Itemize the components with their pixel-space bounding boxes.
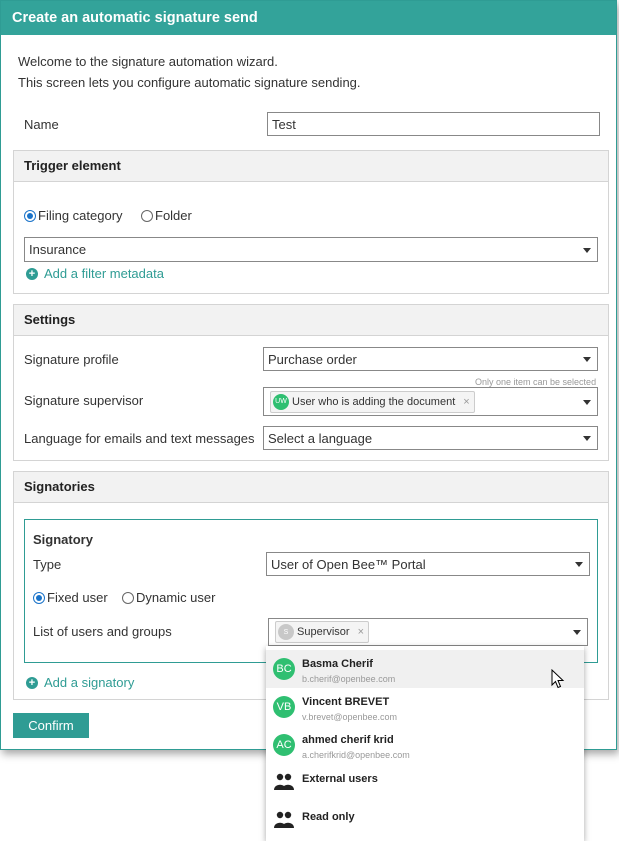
avatar: AC — [273, 734, 295, 756]
avatar: UW — [273, 393, 289, 410]
list-item[interactable]: AC ahmed cherif krid a.cherifkrid@openbe… — [266, 726, 584, 764]
settings-header: Settings — [14, 305, 608, 336]
users-groups-select[interactable]: S Supervisor × — [268, 618, 588, 646]
mouse-cursor-icon — [551, 669, 565, 689]
radio-filing-category[interactable]: Filing category — [24, 208, 123, 223]
confirm-button[interactable]: Confirm — [13, 713, 89, 738]
add-filter-label: Add a filter metadata — [44, 266, 164, 281]
dialog-title: Create an automatic signature send — [1, 1, 616, 35]
chevron-down-icon — [575, 562, 583, 567]
trigger-header: Trigger element — [14, 151, 608, 182]
users-groups-label: List of users and groups — [33, 624, 172, 639]
radio-fixed-user[interactable]: Fixed user — [33, 590, 108, 605]
avatar: BC — [273, 658, 295, 680]
avatar: S — [278, 624, 294, 640]
avatar: VB — [273, 696, 295, 718]
chevron-down-icon — [583, 247, 591, 253]
dialog: Create an automatic signature send Welco… — [0, 0, 617, 750]
radio-fixed-label: Fixed user — [47, 590, 108, 605]
intro-line-1: Welcome to the signature automation wiza… — [18, 54, 278, 69]
signature-supervisor-select[interactable]: UW User who is adding the document × — [263, 387, 598, 416]
list-chip-label: Supervisor — [297, 626, 350, 638]
add-signatory-label: Add a signatory — [44, 675, 135, 690]
language-label: Language for emails and text messages — [24, 431, 255, 446]
filing-category-value: Insurance — [29, 242, 87, 257]
signatories-header: Signatories — [14, 472, 608, 503]
type-value: User of Open Bee™ Portal — [271, 556, 426, 572]
chevron-down-icon — [583, 436, 591, 441]
add-signatory-link[interactable]: + Add a signatory — [26, 675, 134, 690]
signatory-title: Signatory — [33, 532, 93, 547]
users-dropdown: BC Basma Cherif b.cherif@openbee.com VB … — [266, 646, 584, 841]
list-item[interactable]: Read only — [266, 802, 584, 840]
intro-line-2: This screen lets you configure automatic… — [18, 75, 361, 90]
user-name: Basma Cherif — [302, 658, 373, 670]
supervisor-chip: UW User who is adding the document × — [270, 390, 475, 413]
language-value: Select a language — [268, 430, 373, 446]
signature-supervisor-label: Signature supervisor — [24, 393, 144, 408]
plus-icon: + — [26, 676, 38, 689]
list-chip: S Supervisor × — [275, 621, 370, 643]
close-icon[interactable]: × — [358, 626, 364, 638]
chevron-down-icon — [583, 357, 591, 362]
user-name: ahmed cherif krid — [302, 734, 394, 746]
user-email: v.brevet@openbee.com — [302, 712, 398, 722]
list-item[interactable]: BC Basma Cherif b.cherif@openbee.com — [266, 650, 584, 688]
list-item[interactable]: VB Vincent BREVET v.brevet@openbee.com — [266, 688, 584, 726]
supervisor-chip-label: User who is adding the document — [292, 395, 456, 408]
user-email: a.cherifkrid@openbee.com — [302, 750, 410, 760]
close-icon[interactable]: × — [463, 396, 469, 408]
group-icon — [274, 811, 294, 828]
trigger-section: Trigger element Filing category Folder I… — [13, 150, 609, 294]
name-label: Name — [24, 117, 59, 132]
list-item[interactable]: External users — [266, 764, 584, 802]
settings-section: Settings Signature profile Purchase orde… — [13, 304, 609, 461]
group-icon — [274, 773, 294, 790]
signatory-box: Signatory Type User of Open Bee™ Portal … — [24, 519, 598, 663]
radio-dynamic-user[interactable]: Dynamic user — [122, 590, 215, 605]
radio-folder-label: Folder — [155, 208, 192, 223]
chevron-down-icon — [583, 399, 591, 405]
name-input[interactable]: Test — [267, 112, 600, 136]
filing-category-select[interactable]: Insurance — [24, 237, 598, 262]
radio-dynamic-label: Dynamic user — [136, 590, 216, 605]
signature-profile-value: Purchase order — [268, 351, 357, 367]
user-email: b.cherif@openbee.com — [302, 674, 396, 684]
user-name: Vincent BREVET — [302, 696, 390, 708]
intro-text: Welcome to the signature automation wiza… — [18, 51, 361, 93]
radio-filing-label: Filing category — [38, 208, 123, 223]
add-filter-link[interactable]: + Add a filter metadata — [26, 266, 164, 281]
radio-fixed-icon[interactable] — [33, 591, 45, 604]
radio-folder[interactable]: Folder — [141, 208, 192, 223]
type-select[interactable]: User of Open Bee™ Portal — [266, 552, 590, 576]
chevron-down-icon — [573, 630, 581, 635]
radio-folder-icon[interactable] — [141, 209, 153, 222]
signature-profile-label: Signature profile — [24, 352, 119, 367]
signature-profile-select[interactable]: Purchase order — [263, 347, 598, 371]
radio-filing-icon[interactable] — [24, 209, 36, 222]
group-name: Read only — [302, 811, 355, 823]
radio-dynamic-icon[interactable] — [122, 591, 134, 604]
language-select[interactable]: Select a language — [263, 426, 598, 450]
group-name: External users — [302, 773, 378, 785]
single-select-hint: Only one item can be selected — [475, 377, 597, 387]
type-label: Type — [33, 557, 62, 572]
plus-icon: + — [26, 267, 38, 280]
